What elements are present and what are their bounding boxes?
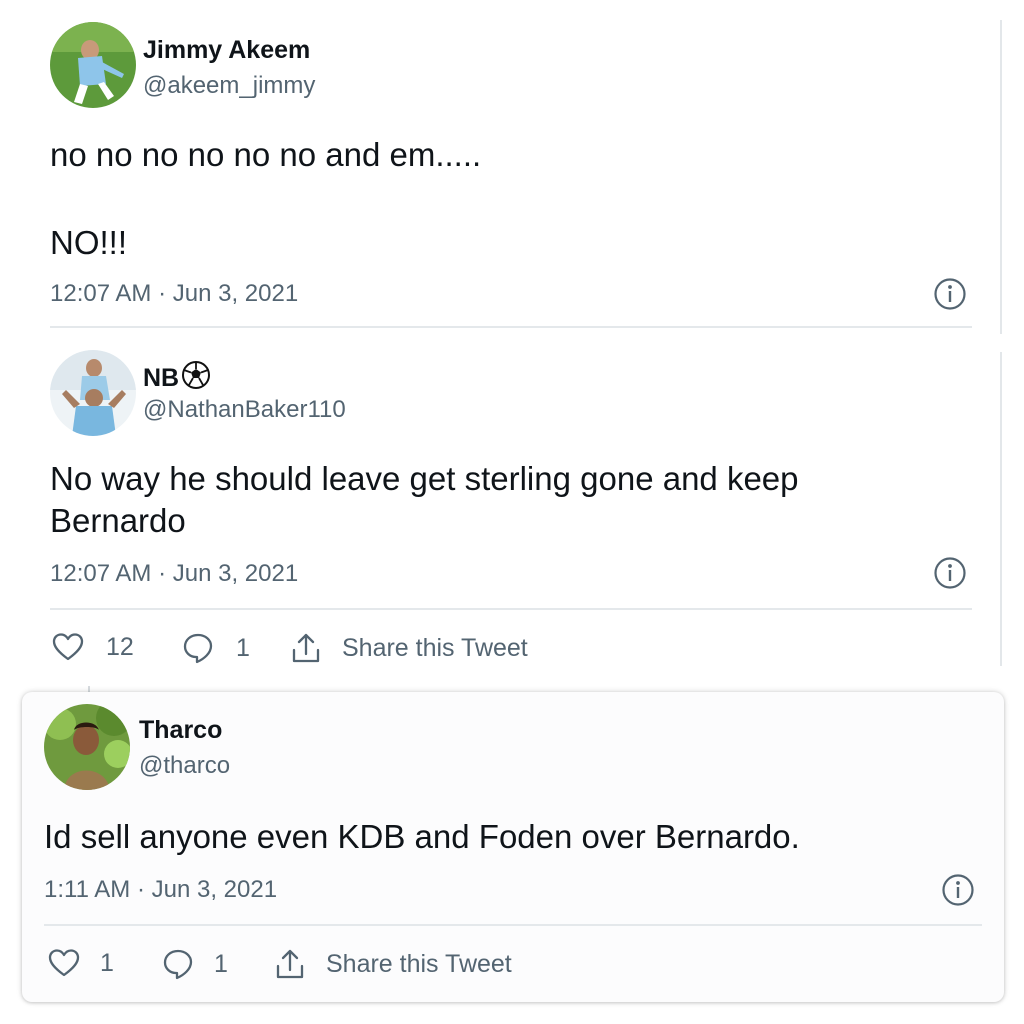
tweet-timestamp[interactable]: 12:07 AM · Jun 3, 2021 — [50, 280, 298, 308]
reply-icon — [163, 949, 193, 980]
reply-button[interactable]: 1 — [162, 948, 228, 980]
reply-icon — [183, 633, 213, 664]
avatar[interactable] — [44, 704, 130, 790]
display-name[interactable]: NB — [143, 360, 211, 393]
display-name[interactable]: Jimmy Akeem — [143, 36, 310, 65]
reply-button[interactable]: 1 — [182, 632, 250, 664]
tweet-card-1[interactable]: Jimmy Akeem @akeem_jimmy no no no no no … — [22, 16, 1004, 334]
heart-icon — [48, 949, 80, 977]
info-icon[interactable] — [941, 873, 975, 907]
share-icon — [276, 949, 304, 979]
share-button[interactable]: Share this Tweet — [274, 948, 512, 980]
tweet-text-line-1: Id sell anyone even KDB and Foden over B… — [44, 818, 800, 855]
tweet-card-2[interactable]: NB @NathanBaker110 No way he should leav… — [22, 350, 1004, 668]
like-button[interactable]: 1 — [48, 948, 114, 978]
tweet-timestamp[interactable]: 1:11 AM · Jun 3, 2021 — [44, 876, 277, 904]
like-count: 1 — [100, 948, 114, 977]
tweet-timestamp[interactable]: 12:07 AM · Jun 3, 2021 — [50, 560, 298, 588]
thread-border-2 — [1000, 352, 1002, 666]
user-handle[interactable]: @NathanBaker110 — [143, 396, 346, 424]
divider — [50, 608, 972, 610]
tweet-card-3[interactable]: Tharco @tharco Id sell anyone even KDB a… — [22, 692, 1004, 1002]
avatar[interactable] — [50, 22, 136, 108]
heart-icon — [52, 633, 84, 661]
reply-count: 1 — [236, 633, 250, 662]
share-label: Share this Tweet — [342, 633, 528, 662]
tweet-text-line-1: no no no no no no and em..... — [50, 136, 482, 173]
like-count: 12 — [106, 632, 134, 661]
like-button[interactable]: 12 — [52, 632, 134, 662]
info-icon[interactable] — [933, 556, 967, 590]
user-handle[interactable]: @akeem_jimmy — [143, 72, 315, 100]
share-icon — [292, 633, 320, 663]
share-label: Share this Tweet — [326, 949, 512, 978]
tweet-text-line-1: No way he should leave get sterling gone… — [50, 460, 799, 497]
display-name-text: NB — [143, 364, 180, 392]
tweet-text-line-2: NO!!! — [50, 224, 128, 261]
avatar-image — [50, 22, 136, 108]
avatar-image — [44, 704, 130, 790]
tweet-text-line-2: Bernardo — [50, 502, 186, 539]
reply-count: 1 — [214, 949, 228, 978]
share-button[interactable]: Share this Tweet — [290, 632, 528, 664]
soccer-ball-icon — [182, 361, 211, 389]
divider — [50, 326, 972, 328]
user-handle[interactable]: @tharco — [139, 752, 230, 780]
display-name[interactable]: Tharco — [139, 716, 222, 745]
thread-border-1 — [1000, 20, 1002, 334]
info-icon[interactable] — [933, 277, 967, 311]
divider — [44, 924, 982, 926]
avatar[interactable] — [50, 350, 136, 436]
avatar-image — [50, 350, 136, 436]
